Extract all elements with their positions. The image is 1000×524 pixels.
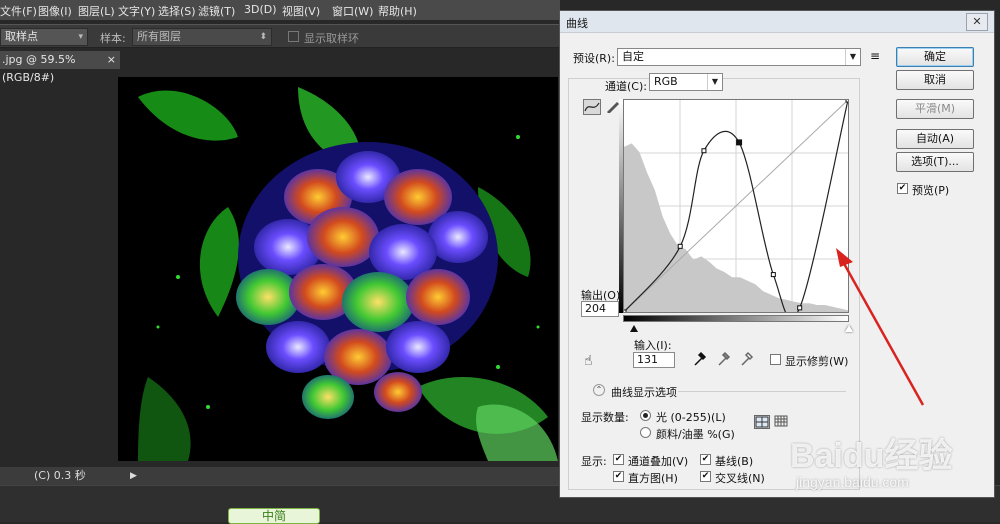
- show-ring-label: 显示取样环: [304, 32, 359, 45]
- hand-adjust-icon[interactable]: ☝: [584, 353, 593, 369]
- intersection-checkbox[interactable]: ✔: [700, 471, 711, 482]
- menu-item[interactable]: 滤镜(T): [198, 3, 235, 19]
- channel-label: 通道(C):: [605, 80, 647, 93]
- gray-eyedropper-icon[interactable]: [717, 351, 731, 367]
- photo-canvas[interactable]: [118, 77, 558, 461]
- black-eyedropper-icon[interactable]: [693, 351, 707, 367]
- curve-point[interactable]: [770, 272, 776, 278]
- baidu-watermark: Baidu经验 jingyan.baidu.com: [790, 428, 960, 494]
- histogram-label: 直方图(H): [628, 472, 678, 485]
- menu-item[interactable]: 选择(S): [158, 3, 196, 19]
- grid-10-icon: [774, 415, 788, 427]
- sample-label: 样本:: [100, 32, 126, 45]
- options-button[interactable]: 选项(T)...: [896, 152, 974, 172]
- output-field[interactable]: 204: [581, 301, 619, 317]
- menu-item[interactable]: 3D(D): [244, 3, 277, 16]
- sample-dropdown[interactable]: 所有图层 ⬍: [132, 28, 272, 46]
- ok-button[interactable]: 确定: [896, 47, 974, 67]
- document-tab[interactable]: .jpg @ 59.5%(RGB/8#) ×: [0, 51, 120, 84]
- channel-overlay-checkbox[interactable]: ✔: [613, 454, 624, 465]
- hydrangea-image: [118, 77, 558, 461]
- cancel-button[interactable]: 取消: [896, 70, 974, 90]
- status-text: (C) 0.3 秒: [34, 469, 86, 482]
- curve-icon: [584, 102, 600, 112]
- annotation-arrow: [836, 248, 925, 406]
- close-icon[interactable]: ×: [107, 51, 116, 69]
- input-field[interactable]: 131: [633, 352, 675, 368]
- curve-point[interactable]: [621, 309, 627, 315]
- curve-point[interactable]: [845, 97, 851, 103]
- status-arrow-icon[interactable]: ▶: [130, 467, 137, 485]
- show-ring-checkbox[interactable]: [288, 31, 299, 42]
- smooth-button[interactable]: 平滑(M): [896, 99, 974, 119]
- menu-bar: 文件(F) 图像(I) 图层(L) 文字(Y) 选择(S) 滤镜(T) 3D(D) 视图(V)…: [0, 0, 560, 20]
- menu-item[interactable]: 文字(Y): [118, 3, 155, 19]
- collapse-icon[interactable]: ⌃: [593, 384, 605, 396]
- preset-options-icon[interactable]: ≡: [870, 49, 880, 63]
- curve-point[interactable]: [701, 148, 707, 154]
- sample-tool-dropdown[interactable]: 取样点 ▾: [0, 28, 88, 46]
- menu-item[interactable]: 图像(I): [38, 3, 72, 19]
- menu-item[interactable]: 帮助(H): [378, 3, 417, 19]
- curve-point[interactable]: [677, 243, 683, 249]
- chevron-down-icon: ▾: [78, 32, 83, 42]
- watermark-url: jingyan.baidu.com: [796, 474, 909, 490]
- curve-edit-tool[interactable]: [583, 99, 601, 115]
- output-value: 204: [585, 302, 606, 315]
- black-point-slider[interactable]: [630, 325, 638, 332]
- sample-tool-value: 取样点: [5, 30, 38, 43]
- curve-point[interactable]: [797, 305, 803, 311]
- menu-item[interactable]: 窗口(W): [332, 3, 373, 19]
- histogram-checkbox[interactable]: ✔: [613, 471, 624, 482]
- input-gradient-bar: [623, 315, 849, 322]
- preview-label: 预览(P): [912, 184, 950, 197]
- input-label: 输入(I):: [634, 339, 672, 352]
- channel-dropdown[interactable]: RGB ▼: [649, 73, 723, 91]
- channel-overlay-label: 通道叠加(V): [628, 455, 689, 468]
- preset-value: 自定: [622, 50, 644, 63]
- pigment-option-label: 颜料/油墨 %(G): [656, 428, 735, 441]
- dialog-titlebar[interactable]: 曲线 ✕: [560, 11, 994, 33]
- light-option-label: 光 (0-255)(L): [656, 411, 726, 424]
- show-clipping-checkbox[interactable]: [770, 354, 781, 365]
- simple-grid-button[interactable]: [754, 415, 770, 429]
- pencil-icon: [607, 102, 619, 114]
- baseline-checkbox[interactable]: ✔: [700, 454, 711, 465]
- preset-label: 预设(R):: [573, 52, 615, 65]
- grid-4-icon: [755, 416, 769, 428]
- chevron-updown-icon: ⬍: [259, 32, 267, 42]
- status-bar: (C) 0.3 秒 ▶: [0, 467, 560, 485]
- curve-point-selected[interactable]: [736, 139, 743, 146]
- input-value: 131: [637, 353, 658, 366]
- detailed-grid-button[interactable]: [774, 415, 790, 429]
- dialog-title: 曲线: [566, 17, 588, 30]
- baseline-label: 基线(B): [715, 455, 754, 468]
- pigment-radio[interactable]: [640, 427, 651, 438]
- intersection-label: 交叉线(N): [715, 472, 765, 485]
- menu-item[interactable]: 图层(L): [78, 3, 115, 19]
- chevron-down-icon: ▼: [845, 49, 860, 65]
- close-button[interactable]: ✕: [966, 13, 988, 31]
- curve-display-options-label: 曲线显示选项: [611, 386, 677, 399]
- sample-value: 所有图层: [137, 30, 181, 43]
- menu-item[interactable]: 文件(F): [0, 3, 37, 19]
- light-radio[interactable]: [640, 410, 651, 421]
- preset-dropdown[interactable]: 自定 ▼: [617, 48, 861, 66]
- options-bar: 取样点 ▾ 样本: 所有图层 ⬍ 显示取样环: [0, 24, 560, 48]
- watermark-brand: Baidu经验: [790, 437, 953, 475]
- curve-plot[interactable]: [621, 97, 851, 320]
- menu-item[interactable]: 视图(V): [282, 3, 320, 19]
- white-eyedropper-icon[interactable]: [740, 351, 754, 367]
- show-label: 显示:: [581, 455, 607, 468]
- auto-button[interactable]: 自动(A): [896, 129, 974, 149]
- display-amount-label: 显示数量:: [581, 411, 629, 424]
- channel-value: RGB: [654, 75, 678, 88]
- chevron-down-icon: ▼: [707, 74, 722, 90]
- close-icon: ✕: [972, 15, 982, 28]
- preview-checkbox[interactable]: ✔: [897, 183, 908, 194]
- curve-graph[interactable]: [621, 97, 851, 320]
